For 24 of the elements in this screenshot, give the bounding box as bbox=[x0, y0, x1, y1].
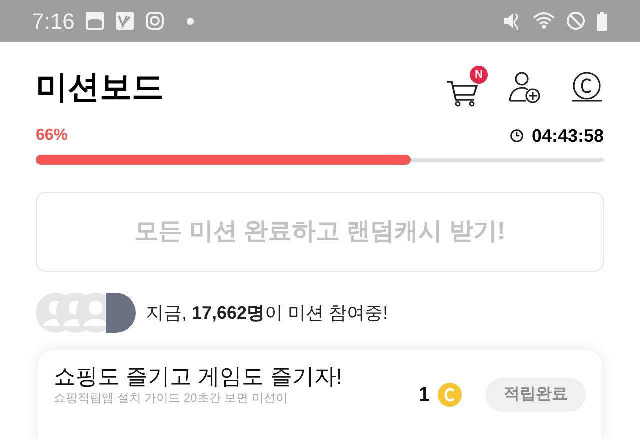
photo-placeholder bbox=[106, 293, 136, 333]
new-badge: N bbox=[470, 66, 488, 84]
progress-percent: 66% bbox=[36, 126, 70, 146]
battery-icon bbox=[596, 11, 608, 31]
cash-button[interactable] bbox=[570, 70, 604, 104]
dot-icon bbox=[186, 18, 194, 24]
reward-amount: 1 bbox=[418, 383, 430, 408]
do-not-disturb-icon bbox=[566, 11, 586, 31]
coin-icon bbox=[438, 383, 462, 407]
app-notification-icon bbox=[114, 11, 135, 31]
cart-button[interactable]: N bbox=[446, 66, 488, 108]
page-title: 미션보드 bbox=[36, 68, 165, 107]
countdown-timer: 04:43:58 bbox=[532, 124, 604, 148]
status-time: 7:16 bbox=[32, 8, 75, 36]
notification-icon bbox=[84, 11, 105, 31]
camera-app-icon bbox=[144, 11, 165, 31]
mission-title: 쇼핑도 즐기고 게임도 즐기자! bbox=[54, 364, 344, 390]
add-friend-button[interactable] bbox=[508, 70, 542, 104]
mission-description: 쇼핑적립앱 설치 가이드 20초간 보면 미션이 bbox=[54, 390, 290, 406]
coin-icon bbox=[570, 70, 604, 104]
add-person-icon bbox=[508, 70, 542, 104]
wifi-icon bbox=[532, 11, 556, 31]
clock-icon bbox=[510, 129, 524, 143]
participants-text: 지금, 17,662명이 미션 참여중! bbox=[146, 302, 388, 324]
